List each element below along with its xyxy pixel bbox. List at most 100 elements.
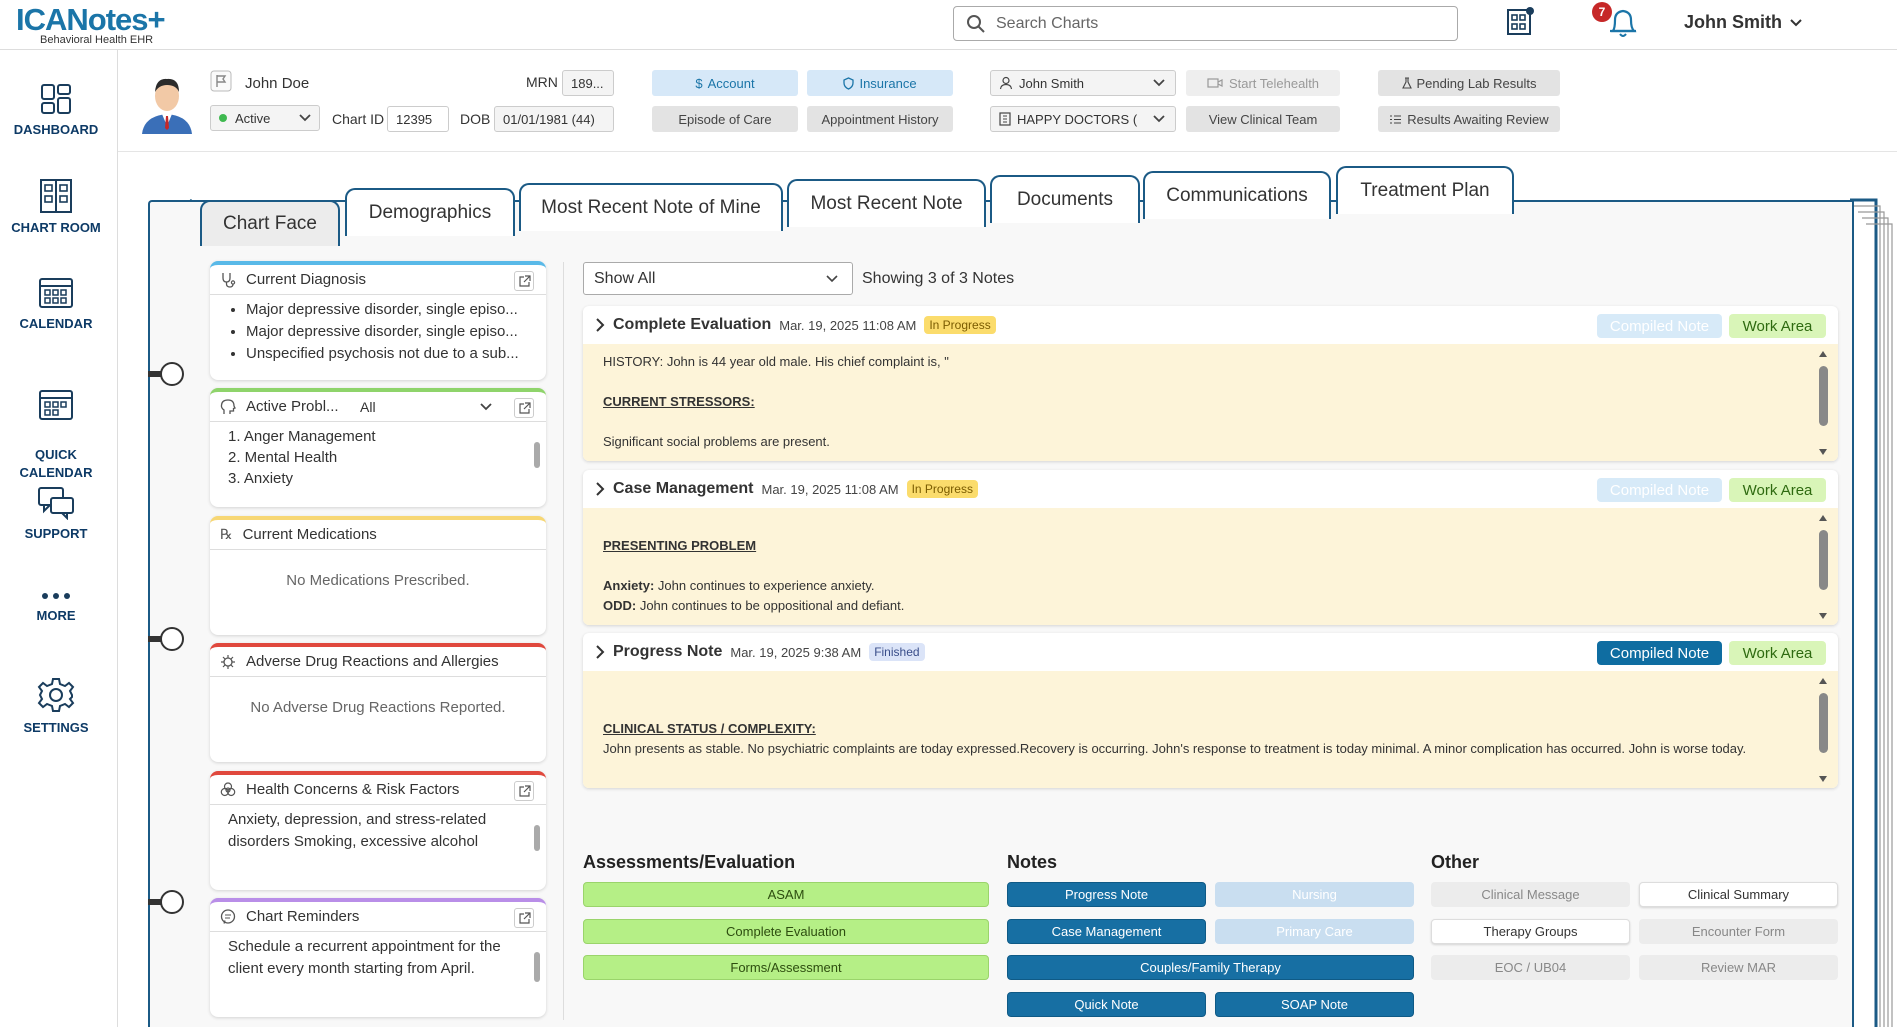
- progress-note-button[interactable]: Progress Note: [1007, 882, 1206, 907]
- list-item[interactable]: 1. Anger Management: [228, 426, 546, 447]
- panel-title: Current Diagnosis: [246, 271, 367, 288]
- scrollbar[interactable]: [1818, 514, 1828, 620]
- episode-of-care-button[interactable]: Episode of Care: [652, 106, 798, 132]
- list-item[interactable]: Major depressive disorder, single episo.…: [246, 321, 546, 343]
- asam-button[interactable]: ASAM: [583, 882, 989, 907]
- tab-most-recent-note[interactable]: Most Recent Note: [787, 179, 986, 227]
- scrollbar[interactable]: [1818, 350, 1828, 456]
- note-title[interactable]: Progress Note: [613, 643, 722, 661]
- provider-value: John Smith: [1019, 75, 1085, 91]
- logo[interactable]: ICANotes+ Behavioral Health EHR: [16, 2, 166, 47]
- chat-icon: [220, 908, 236, 924]
- sidebar-item-settings[interactable]: SETTINGS: [0, 676, 112, 735]
- notification-badge: 7: [1592, 2, 1612, 22]
- pending-lab-results-button[interactable]: Pending Lab Results: [1378, 70, 1560, 96]
- practice-select[interactable]: HAPPY DOCTORS (: [990, 106, 1176, 132]
- clinical-summary-button[interactable]: Clinical Summary: [1639, 882, 1838, 907]
- binder-ring: [148, 890, 184, 914]
- patient-status-select[interactable]: Active: [210, 105, 320, 131]
- tab-chart-face[interactable]: Chart Face: [200, 200, 340, 246]
- complete-evaluation-button[interactable]: Complete Evaluation: [583, 919, 989, 944]
- chevron-right-icon[interactable]: [595, 645, 605, 659]
- forms-assessment-button[interactable]: Forms/Assessment: [583, 955, 989, 980]
- flag-icon[interactable]: [210, 70, 232, 92]
- status-badge: In Progress: [906, 480, 978, 498]
- list-item[interactable]: 2. Mental Health: [228, 447, 546, 468]
- nursing-button[interactable]: Nursing: [1215, 882, 1414, 907]
- open-external-icon[interactable]: [514, 271, 534, 291]
- sidebar-label: SETTINGS: [23, 720, 89, 735]
- list-item[interactable]: Major depressive disorder, single episo.…: [246, 299, 546, 321]
- sidebar-item-calendar[interactable]: CALENDAR: [0, 274, 112, 331]
- work-area-button[interactable]: Work Area: [1729, 641, 1826, 665]
- tab-communications[interactable]: Communications: [1143, 171, 1331, 219]
- scrollbar[interactable]: [1818, 677, 1828, 783]
- problems-filter-select[interactable]: All: [360, 397, 500, 417]
- problems-filter-value: All: [360, 399, 376, 415]
- chart-id-field[interactable]: 12395: [387, 106, 449, 132]
- soap-note-button[interactable]: SOAP Note: [1215, 992, 1414, 1017]
- sidebar-label: CALENDAR: [19, 316, 93, 331]
- compiled-note-button[interactable]: Compiled Note: [1597, 478, 1722, 502]
- provider-select[interactable]: John Smith: [990, 70, 1176, 96]
- note-date: Mar. 19, 2025 11:08 AM: [761, 481, 899, 497]
- open-external-icon[interactable]: [514, 908, 534, 928]
- sidebar-item-support[interactable]: SUPPORT: [0, 486, 112, 541]
- compiled-note-button[interactable]: Compiled Note: [1597, 314, 1722, 338]
- therapy-groups-button[interactable]: Therapy Groups: [1431, 919, 1630, 944]
- primary-care-button[interactable]: Primary Care: [1215, 919, 1414, 944]
- status-dot: [219, 114, 227, 122]
- chevron-right-icon[interactable]: [595, 482, 605, 496]
- logo-text: ICANotes: [16, 2, 149, 37]
- list-item[interactable]: Unspecified psychosis not due to a sub..…: [246, 343, 546, 365]
- search-input[interactable]: Search Charts: [953, 6, 1458, 41]
- review-mar-button[interactable]: Review MAR: [1639, 955, 1838, 980]
- scrollbar[interactable]: [534, 825, 540, 851]
- biohazard-icon: [220, 781, 236, 796]
- results-review-label: Results Awaiting Review: [1407, 111, 1549, 127]
- sidebar-item-quick-calendar[interactable]: QUICK CALENDAR: [0, 368, 112, 482]
- support-icon: [38, 487, 74, 520]
- patient-avatar[interactable]: [136, 70, 198, 134]
- chevron-right-icon[interactable]: [595, 318, 605, 332]
- clinical-message-button[interactable]: Clinical Message: [1431, 882, 1630, 907]
- start-telehealth-button[interactable]: Start Telehealth: [1186, 70, 1340, 96]
- health-concerns-text: Anxiety, depression, and stress-related …: [228, 811, 487, 850]
- note-card-case-management: Case Management Mar. 19, 2025 11:08 AM I…: [583, 470, 1838, 625]
- dashboard-icon: [41, 84, 71, 114]
- sidebar-item-more[interactable]: MORE: [0, 590, 112, 623]
- appointment-history-button[interactable]: Appointment History: [807, 106, 953, 132]
- work-area-button[interactable]: Work Area: [1729, 478, 1826, 502]
- dob-value: 01/01/1981 (44): [494, 106, 614, 132]
- scrollbar[interactable]: [534, 442, 540, 468]
- tab-documents[interactable]: Documents: [990, 175, 1140, 223]
- scrollbar[interactable]: [534, 952, 540, 982]
- chart-scanner-icon[interactable]: [1504, 4, 1538, 38]
- work-area-button[interactable]: Work Area: [1729, 314, 1826, 338]
- notes-filter-select[interactable]: Show All: [583, 262, 853, 295]
- mrn-value: 189...: [562, 70, 614, 96]
- account-button[interactable]: $ Account: [652, 70, 798, 96]
- sidebar-item-dashboard[interactable]: DASHBOARD: [0, 82, 112, 137]
- compiled-note-button[interactable]: Compiled Note: [1597, 641, 1722, 665]
- tab-most-recent-note-of-mine[interactable]: Most Recent Note of Mine: [519, 183, 783, 231]
- user-menu[interactable]: John Smith: [1684, 12, 1802, 33]
- encounter-form-button[interactable]: Encounter Form: [1639, 919, 1838, 944]
- tab-demographics[interactable]: Demographics: [345, 188, 515, 236]
- results-awaiting-review-button[interactable]: Results Awaiting Review: [1378, 106, 1560, 132]
- note-title[interactable]: Complete Evaluation: [613, 316, 771, 334]
- quick-note-button[interactable]: Quick Note: [1007, 992, 1206, 1017]
- eoc-ub04-button[interactable]: EOC / UB04: [1431, 955, 1630, 980]
- couples-family-therapy-button[interactable]: Couples/Family Therapy: [1007, 955, 1414, 980]
- view-clinical-team-button[interactable]: View Clinical Team: [1186, 106, 1340, 132]
- note-date: Mar. 19, 2025 9:38 AM: [730, 644, 862, 660]
- tab-treatment-plan[interactable]: Treatment Plan: [1336, 166, 1514, 214]
- case-management-button[interactable]: Case Management: [1007, 919, 1206, 944]
- note-title[interactable]: Case Management: [613, 480, 754, 498]
- list-item[interactable]: 3. Anxiety: [228, 468, 546, 489]
- insurance-button[interactable]: Insurance: [807, 70, 953, 96]
- sidebar-item-chart-room[interactable]: CHART ROOM: [0, 178, 112, 235]
- open-external-icon[interactable]: [514, 398, 534, 418]
- sidebar: DASHBOARD CHART ROOM CALENDAR QUICK CALE…: [0, 50, 118, 1027]
- open-external-icon[interactable]: [514, 781, 534, 801]
